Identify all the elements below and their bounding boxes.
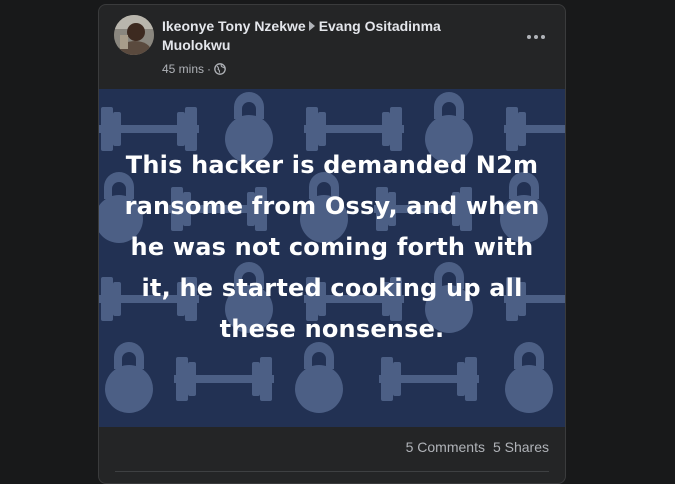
- author-name[interactable]: Ikeonye Tony Nzekwe: [162, 18, 306, 34]
- post-card: Ikeonye Tony Nzekwe Evang Ositadinma Muol…: [98, 4, 566, 484]
- post-meta: 45 mins ·: [162, 61, 226, 77]
- image-caption-text: This hacker is demanded N2m ransome from…: [124, 151, 540, 343]
- post-image[interactable]: This hacker is demanded N2m ransome from…: [99, 89, 565, 427]
- post-time[interactable]: 45 mins: [162, 61, 204, 77]
- meta-separator: ·: [207, 62, 212, 76]
- post-header: Ikeonye Tony Nzekwe Evang Ositadinma Muol…: [99, 5, 565, 89]
- more-options-button[interactable]: [521, 25, 551, 49]
- shares-count-link[interactable]: 5 Shares: [493, 438, 549, 456]
- avatar[interactable]: [114, 15, 154, 55]
- author-line: Ikeonye Tony Nzekwe Evang Ositadinma Muol…: [162, 17, 512, 55]
- comments-count-link[interactable]: 5 Comments: [406, 438, 485, 456]
- post-stats: 5 Comments 5 Shares: [406, 438, 549, 456]
- more-horizontal-icon: [527, 35, 531, 39]
- actions-divider: [115, 471, 549, 472]
- avatar-image: [114, 15, 154, 55]
- globe-icon[interactable]: [214, 63, 226, 75]
- triangle-right-icon: [308, 21, 315, 31]
